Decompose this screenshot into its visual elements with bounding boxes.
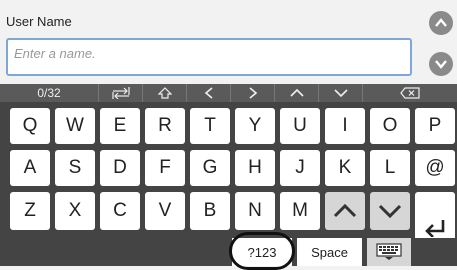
- key-u[interactable]: U: [280, 108, 320, 144]
- key-at[interactable]: @: [415, 150, 455, 186]
- key-e[interactable]: E: [100, 108, 140, 144]
- key-q[interactable]: Q: [10, 108, 50, 144]
- chevron-up-icon: [435, 18, 447, 27]
- character-counter: 0/32: [37, 86, 61, 100]
- key-g[interactable]: G: [190, 150, 230, 186]
- key-b[interactable]: B: [190, 192, 230, 230]
- cursor-right-key[interactable]: [230, 84, 274, 102]
- tab-key[interactable]: [98, 84, 142, 102]
- key-p[interactable]: P: [415, 108, 455, 144]
- chevron-up-icon: [333, 204, 357, 218]
- key-n[interactable]: N: [235, 192, 275, 230]
- backspace-key[interactable]: [362, 84, 457, 102]
- key-r[interactable]: R: [145, 108, 185, 144]
- key-i[interactable]: I: [325, 108, 365, 144]
- cursor-left-icon: [204, 87, 213, 99]
- scroll-up-button[interactable]: [429, 11, 453, 35]
- scroll-down-button[interactable]: [429, 52, 453, 76]
- caret-down-icon: [333, 89, 348, 98]
- user-name-input[interactable]: Enter a name.: [6, 38, 412, 76]
- on-screen-keyboard: 0/32 Q W E R T Y U I O P A S D F G H J K…: [0, 84, 457, 270]
- key-d[interactable]: D: [100, 150, 140, 186]
- key-s[interactable]: S: [55, 150, 95, 186]
- key-c[interactable]: C: [100, 192, 140, 230]
- highlight-ring: [229, 232, 295, 270]
- enter-icon: [425, 220, 445, 237]
- caret-down-key[interactable]: [318, 84, 362, 102]
- chevron-down-icon: [378, 204, 402, 218]
- key-j[interactable]: J: [280, 150, 320, 186]
- key-h[interactable]: H: [235, 150, 275, 186]
- caret-up-key[interactable]: [274, 84, 318, 102]
- input-area: User Name Enter a name.: [0, 0, 457, 84]
- key-k[interactable]: K: [325, 150, 365, 186]
- key-a[interactable]: A: [10, 150, 50, 186]
- key-v[interactable]: V: [145, 192, 185, 230]
- keyboard-icon: [376, 243, 402, 260]
- key-o[interactable]: O: [370, 108, 410, 144]
- space-key[interactable]: Space: [297, 238, 362, 266]
- key-z[interactable]: Z: [10, 192, 50, 230]
- keyboard-toggle-key[interactable]: [367, 238, 411, 266]
- cursor-left-key[interactable]: [186, 84, 230, 102]
- tab-icon: [111, 87, 130, 99]
- key-x[interactable]: X: [55, 192, 95, 230]
- shift-key[interactable]: [142, 84, 186, 102]
- key-l[interactable]: L: [370, 150, 410, 186]
- arrow-up-key[interactable]: [325, 192, 365, 230]
- arrow-down-key[interactable]: [370, 192, 410, 230]
- chevron-down-icon: [435, 60, 447, 69]
- backspace-icon: [400, 87, 420, 99]
- key-m[interactable]: M: [280, 192, 320, 230]
- cursor-right-icon: [248, 87, 257, 99]
- key-f[interactable]: F: [145, 150, 185, 186]
- shift-icon: [157, 87, 172, 99]
- key-y[interactable]: Y: [235, 108, 275, 144]
- key-w[interactable]: W: [55, 108, 95, 144]
- field-label: User Name: [6, 14, 72, 29]
- key-t[interactable]: T: [190, 108, 230, 144]
- keyboard-toolbar: 0/32: [0, 84, 457, 102]
- caret-up-icon: [289, 88, 304, 97]
